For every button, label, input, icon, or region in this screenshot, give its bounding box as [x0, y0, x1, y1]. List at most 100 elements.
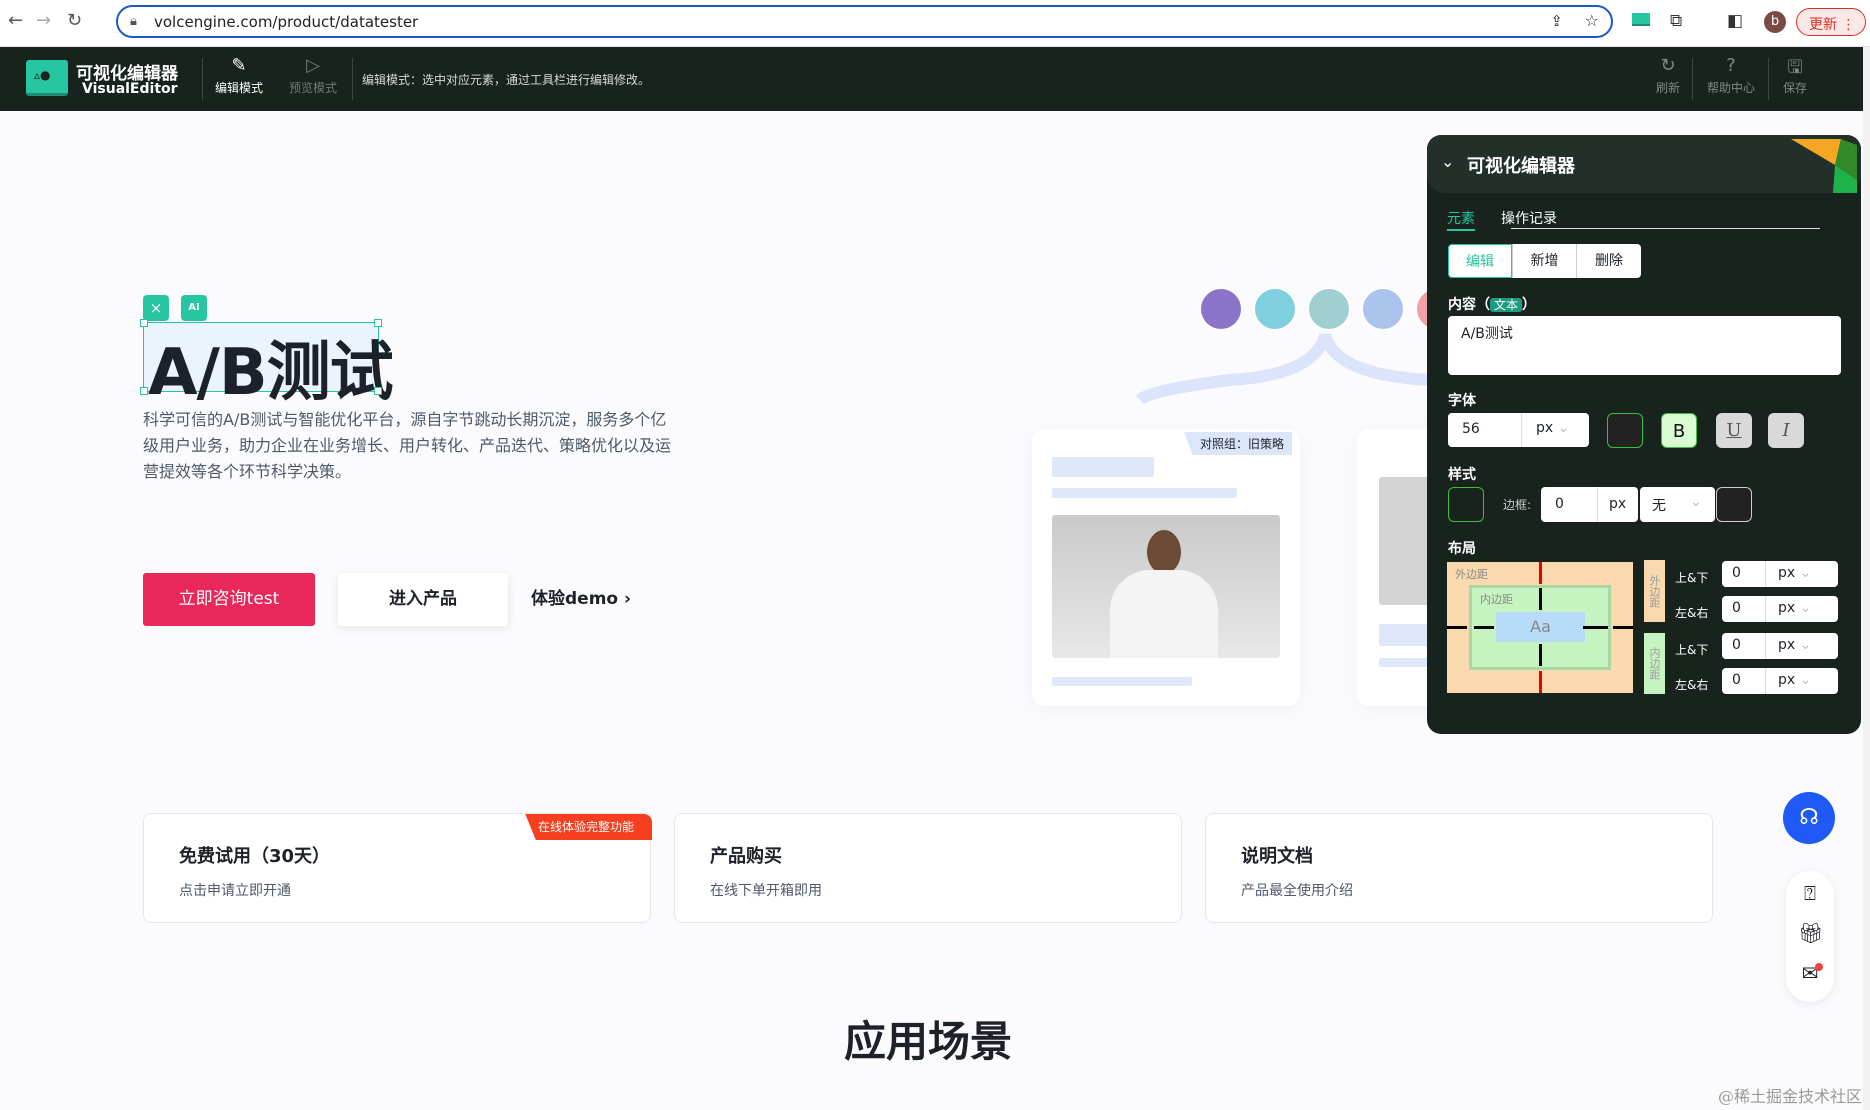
divider	[352, 58, 353, 100]
font-unit-select[interactable]: px ⌄	[1536, 420, 1569, 436]
save-label: 保存	[1783, 81, 1807, 95]
tab-history[interactable]: 操作记录	[1501, 208, 1557, 228]
refresh-button[interactable]: ↻ 刷新	[1638, 55, 1698, 96]
consult-button[interactable]: 立即咨询test	[143, 573, 315, 626]
back-icon[interactable]: ←	[8, 10, 23, 31]
profile-avatar[interactable]: b	[1764, 11, 1786, 33]
border-style-select[interactable]: 无 ⌄	[1640, 487, 1715, 522]
panel-header[interactable]: ⌄ 可视化编辑器	[1427, 135, 1861, 193]
spacing-field[interactable]: 0 px ⌄	[1722, 596, 1838, 622]
spacing-unit-select[interactable]: px ⌄	[1778, 672, 1811, 688]
help-center-button[interactable]: ? 帮助中心	[1700, 55, 1762, 96]
demo-link[interactable]: 体验demo ›	[531, 573, 631, 626]
spacing-unit-select[interactable]: px ⌄	[1778, 600, 1811, 616]
chevron-down-icon: ⌄	[1800, 637, 1812, 653]
border-color-swatch[interactable]	[1716, 487, 1752, 522]
resize-handle[interactable]	[140, 387, 148, 395]
edit-icon: ✎	[209, 55, 269, 79]
extensions-puzzle-icon[interactable]: ⧉	[1670, 11, 1682, 31]
page-scrollbar[interactable]	[1863, 47, 1870, 1110]
content-box: Aa	[1496, 612, 1585, 642]
bold-toggle[interactable]: B	[1661, 413, 1697, 448]
edit-mode-button[interactable]: ✎ 编辑模式	[209, 55, 269, 96]
spacing-field[interactable]: 0 px ⌄	[1722, 633, 1838, 659]
side-panel-icon[interactable]: ◧	[1727, 11, 1743, 31]
chevron-down-icon[interactable]: ⌄	[1441, 152, 1454, 171]
free-trial-card[interactable]: 在线体验完整功能 免费试用（30天） 点击申请立即开通	[143, 813, 651, 923]
margin-diagram-label: 外边距	[1455, 566, 1488, 582]
divider	[202, 58, 203, 100]
border-width-value: 0	[1555, 496, 1564, 512]
ai-assist-button[interactable]: AI	[181, 295, 207, 321]
padding-side-label: 内边距	[1644, 633, 1665, 694]
person-photo	[1052, 515, 1280, 658]
customer-service-button[interactable]: ☊	[1783, 792, 1835, 844]
control-group-tag: 对照组：旧策略	[1184, 432, 1292, 455]
tab-elements[interactable]: 元素	[1447, 208, 1475, 231]
watermark: @稀土掘金技术社区	[1718, 1083, 1862, 1107]
enter-product-button[interactable]: 进入产品	[338, 573, 508, 626]
save-icon: 🖫︎	[1765, 55, 1825, 79]
avatar	[1199, 287, 1243, 331]
extension-visual-editor-icon[interactable]	[1632, 13, 1650, 26]
logo-subtitle: VisualEditor	[82, 81, 178, 97]
avatar	[1307, 287, 1351, 331]
delete-button[interactable]: 删除	[1576, 244, 1641, 278]
preview-mode-label: 预览模式	[289, 81, 337, 95]
italic-toggle[interactable]: I	[1768, 413, 1804, 448]
bookmark-star-icon[interactable]: ☆	[1585, 11, 1599, 30]
resize-handle[interactable]	[374, 387, 382, 395]
background-color-swatch[interactable]	[1448, 487, 1484, 522]
close-icon: ×	[150, 299, 163, 317]
preview-icon: ▷	[283, 55, 343, 79]
remove-element-button[interactable]: ×	[143, 295, 169, 321]
spacing-unit-select[interactable]: px ⌄	[1778, 565, 1811, 581]
border-width-field[interactable]: 0 px	[1541, 487, 1638, 522]
font-color-swatch[interactable]	[1607, 413, 1643, 448]
avatar	[1361, 287, 1405, 331]
visual-editor-panel: ⌄ 可视化编辑器 元素 操作记录 编辑 新增 删除 内容（文本） A/B测试 字…	[1427, 135, 1861, 734]
refresh-icon: ↻	[1638, 55, 1698, 79]
browser-toolbar: ← → ↻ 🔒︎ volcengine.com/product/datatest…	[0, 0, 1870, 47]
edit-mode-label: 编辑模式	[215, 81, 263, 95]
ribbon-badge: 在线体验完整功能	[520, 814, 652, 840]
border-label: 边框:	[1503, 496, 1531, 513]
hero-description: 科学可信的A/B测试与智能优化平台，源自字节跳动长期沉淀，服务多个亿级用户业务，…	[143, 407, 673, 485]
margin-side-label: 外边距	[1644, 560, 1665, 622]
consultant-icon[interactable]: ⍰	[1798, 881, 1822, 905]
spacing-row-label: 左&右	[1675, 676, 1708, 693]
forward-icon[interactable]: →	[36, 10, 51, 31]
help-icon: ?	[1700, 55, 1762, 79]
add-button[interactable]: 新增	[1512, 244, 1576, 278]
help-label: 帮助中心	[1707, 81, 1755, 95]
card-subtitle: 点击申请立即开通	[179, 880, 291, 900]
share-icon[interactable]: ⇪	[1550, 12, 1563, 30]
spacing-unit-select[interactable]: px ⌄	[1778, 637, 1811, 653]
preview-mode-button[interactable]: ▷ 预览模式	[283, 55, 343, 96]
underline-toggle[interactable]: U	[1716, 413, 1752, 448]
spacing-value: 0	[1732, 600, 1741, 616]
edit-button[interactable]: 编辑	[1448, 244, 1512, 278]
save-button[interactable]: 🖫︎ 保存	[1765, 55, 1825, 96]
notification-dot	[1815, 963, 1823, 971]
font-size-field[interactable]: 56 px ⌄	[1448, 413, 1589, 447]
spacing-field[interactable]: 0 px ⌄	[1722, 561, 1838, 587]
chevron-right-icon: ›	[624, 589, 631, 609]
page-title[interactable]: A/B测试	[148, 321, 393, 413]
refresh-label: 刷新	[1656, 81, 1680, 95]
spacing-field[interactable]: 0 px ⌄	[1722, 668, 1838, 694]
resize-handle[interactable]	[374, 319, 382, 327]
resize-handle[interactable]	[140, 319, 148, 327]
docs-card[interactable]: 说明文档 产品最全使用介绍	[1205, 813, 1713, 923]
card-subtitle: 产品最全使用介绍	[1241, 880, 1353, 900]
address-bar[interactable]: 🔒︎ volcengine.com/product/datatester ⇪ ☆	[116, 5, 1613, 38]
chevron-down-icon: ⌄	[1800, 565, 1812, 581]
update-button[interactable]: 更新 ⋮	[1796, 8, 1866, 36]
gift-icon[interactable]: 🎁︎	[1798, 921, 1822, 945]
selected-element-box[interactable]: A/B测试	[143, 322, 379, 392]
tab-divider	[1511, 228, 1820, 229]
purchase-card[interactable]: 产品购买 在线下单开箱即用	[674, 813, 1182, 923]
content-textarea[interactable]: A/B测试	[1448, 316, 1841, 375]
chevron-down-icon: ⌄	[1690, 494, 1702, 510]
reload-icon[interactable]: ↻	[67, 10, 82, 31]
